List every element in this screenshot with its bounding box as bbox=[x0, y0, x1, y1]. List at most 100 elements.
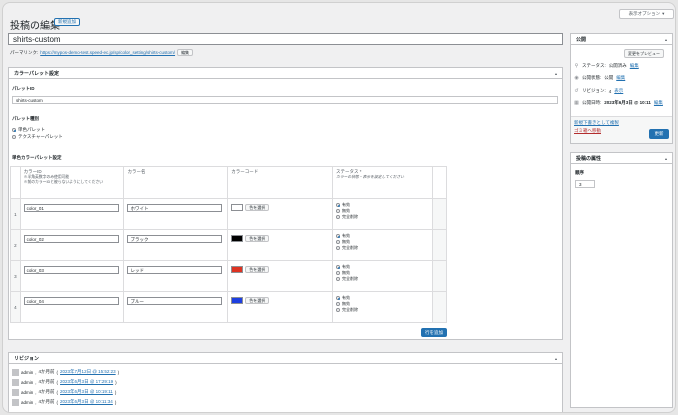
single-palette-label: 単色カラーパレット設定 bbox=[12, 155, 62, 160]
revision-author: admin bbox=[21, 369, 34, 375]
color-id-input[interactable]: color_03 bbox=[23, 266, 119, 274]
color-swatch[interactable] bbox=[231, 266, 244, 273]
collapse-arrow-icon[interactable]: ▴ bbox=[555, 356, 557, 361]
status-cell: 有効 無効 完全削除 bbox=[332, 198, 433, 230]
radio-selected-icon bbox=[12, 128, 16, 132]
color-name-input[interactable]: ブラック bbox=[127, 235, 223, 243]
status-option[interactable]: 完全削除 bbox=[336, 307, 429, 313]
select-color-button[interactable]: 色を選択 bbox=[245, 266, 270, 273]
revision-author: admin bbox=[21, 399, 34, 405]
color-id-input[interactable]: color_02 bbox=[23, 235, 119, 243]
color-id-input[interactable]: color_04 bbox=[23, 297, 119, 305]
published-edit-link[interactable]: 編集 bbox=[654, 100, 663, 106]
color-swatch[interactable] bbox=[231, 204, 244, 211]
header-status-note: カラーの状態・表示を設定してください bbox=[336, 175, 405, 179]
visibility-edit-link[interactable]: 編集 bbox=[616, 75, 625, 81]
copy-as-draft-link[interactable]: 新規下書きとして複製 bbox=[574, 120, 619, 126]
color-code-cell: 色を選択 bbox=[227, 291, 334, 323]
select-color-button[interactable]: 色を選択 bbox=[245, 297, 270, 304]
select-color-button[interactable]: 色を選択 bbox=[245, 235, 270, 242]
header-status: ステータス * カラーの状態・表示を設定してください bbox=[332, 166, 433, 199]
revision-item: admin, 4か月前 (2023年7月12日 @ 15:52:23) bbox=[12, 368, 312, 376]
color-table-header: カラーID ※半角英数字のみ使用可能 ※前のカラーIDと被らないようにしてくださ… bbox=[10, 166, 448, 199]
color-name-cell: ブルー bbox=[123, 291, 229, 323]
radio-icon bbox=[336, 209, 341, 213]
status-option[interactable]: 完全削除 bbox=[336, 245, 429, 251]
revisions-count: 4 bbox=[608, 88, 612, 94]
published-value: 2023年6月3日 @ 10:11 bbox=[604, 100, 651, 105]
collapse-arrow-icon[interactable]: ▴ bbox=[665, 156, 667, 161]
move-to-trash-link[interactable]: ゴミ箱へ移動 bbox=[574, 128, 601, 134]
palette-settings-header[interactable]: カラーパレット設定 ▴ bbox=[9, 68, 562, 79]
collapse-arrow-icon[interactable]: ▴ bbox=[665, 37, 667, 42]
revision-author: admin bbox=[21, 389, 34, 395]
visibility-label: 公開状態: bbox=[582, 75, 602, 80]
order-label: 順序 bbox=[575, 170, 584, 175]
palette-type-texture[interactable]: テクスチャーパレット bbox=[12, 134, 63, 140]
radio-icon bbox=[12, 135, 16, 139]
select-color-button[interactable]: 色を選択 bbox=[245, 204, 270, 211]
update-button[interactable]: 更新 bbox=[649, 129, 669, 139]
color-id-input[interactable]: color_01 bbox=[23, 204, 119, 212]
row-handle[interactable] bbox=[431, 229, 448, 261]
attributes-box: 投稿の属性 ▴ bbox=[570, 152, 673, 408]
color-name-input[interactable]: ブルー bbox=[127, 297, 223, 305]
color-id-cell: color_01 bbox=[19, 198, 125, 230]
revisions-icon: ↺ bbox=[574, 88, 579, 94]
revision-date-link[interactable]: 2023年6月3日 @ 10:19:11 bbox=[60, 389, 113, 395]
revision-date-link[interactable]: 2023年6月3日 @ 10:11:34 bbox=[60, 399, 113, 405]
add-new-button[interactable]: 新規追加 bbox=[54, 18, 80, 26]
status-label: ステータス: bbox=[582, 63, 606, 68]
attributes-header[interactable]: 投稿の属性 ▴ bbox=[571, 153, 672, 164]
copy-draft-row: 新規下書きとして複製 bbox=[574, 119, 619, 127]
color-row: 1 color_01 ホワイト 色を選択 有効 無効 完全削除 bbox=[10, 198, 448, 230]
publish-header[interactable]: 公開 ▴ bbox=[571, 34, 672, 45]
palette-id-input[interactable]: shirts-custom bbox=[12, 96, 558, 104]
row-handle[interactable] bbox=[431, 291, 448, 323]
revisions-header[interactable]: リビジョン ▴ bbox=[9, 353, 562, 364]
radio-icon bbox=[336, 302, 341, 306]
revision-author: admin bbox=[21, 379, 34, 385]
revision-ago: 4か月前 bbox=[38, 369, 55, 374]
status-edit-link[interactable]: 編集 bbox=[630, 63, 639, 69]
radio-selected-icon bbox=[336, 296, 341, 300]
color-code-cell: 色を選択 bbox=[227, 229, 334, 261]
calendar-icon: ▦ bbox=[574, 100, 579, 106]
color-name-input[interactable]: レッド bbox=[127, 266, 223, 274]
radio-icon bbox=[336, 240, 341, 244]
header-handle bbox=[431, 166, 448, 199]
permalink-link[interactable]: https://mypos-demo-test.speed-ec.jp/sp/c… bbox=[40, 50, 175, 55]
post-title-input[interactable]: shirts-custom bbox=[8, 33, 563, 45]
publish-revisions-row: ↺ リビジョン: 4 表示 bbox=[574, 87, 623, 95]
header-color-id: カラーID ※半角英数字のみ使用可能 ※前のカラーIDと被らないようにしてくださ… bbox=[19, 166, 125, 199]
revision-date-link[interactable]: 2023年7月12日 @ 15:52:23 bbox=[60, 369, 116, 375]
revision-date-link[interactable]: 2023年6月3日 @ 17:29:19 bbox=[60, 379, 113, 385]
status-option[interactable]: 完全削除 bbox=[336, 214, 429, 220]
order-input[interactable]: 3 bbox=[575, 180, 595, 188]
screen-options-button[interactable]: 表示オプション ▾ bbox=[619, 9, 674, 19]
status-option-label: 完全削除 bbox=[342, 245, 359, 250]
add-row-button[interactable]: 行を追加 bbox=[421, 328, 447, 337]
radio-icon bbox=[336, 246, 341, 250]
publish-title: 公開 bbox=[576, 36, 587, 43]
header-color-id-note: ※半角英数字のみ使用可能 ※前のカラーIDと被らないようにしてください bbox=[23, 175, 104, 184]
row-handle[interactable] bbox=[431, 198, 448, 230]
collapse-arrow-icon[interactable]: ▴ bbox=[555, 71, 557, 76]
palette-type-single-label: 単色パレット bbox=[18, 127, 45, 132]
color-swatch[interactable] bbox=[231, 235, 244, 242]
color-name-cell: ホワイト bbox=[123, 198, 229, 230]
revisions-title: リビジョン bbox=[14, 355, 40, 362]
row-handle[interactable] bbox=[431, 260, 448, 292]
permalink-edit-button[interactable]: 編集 bbox=[177, 49, 194, 56]
attributes-title: 投稿の属性 bbox=[576, 155, 602, 162]
revisions-view-link[interactable]: 表示 bbox=[614, 88, 623, 94]
row-number: 4 bbox=[10, 291, 21, 323]
status-cell: 有効 無効 完全削除 bbox=[332, 260, 433, 292]
palette-type-single[interactable]: 単色パレット bbox=[12, 127, 45, 133]
preview-changes-button[interactable]: 変更をプレビュー bbox=[624, 49, 664, 58]
radio-icon bbox=[336, 308, 341, 312]
color-code-cell: 色を選択 bbox=[227, 198, 334, 230]
color-swatch[interactable] bbox=[231, 297, 244, 304]
color-name-input[interactable]: ホワイト bbox=[127, 204, 223, 212]
status-option[interactable]: 完全削除 bbox=[336, 276, 429, 282]
